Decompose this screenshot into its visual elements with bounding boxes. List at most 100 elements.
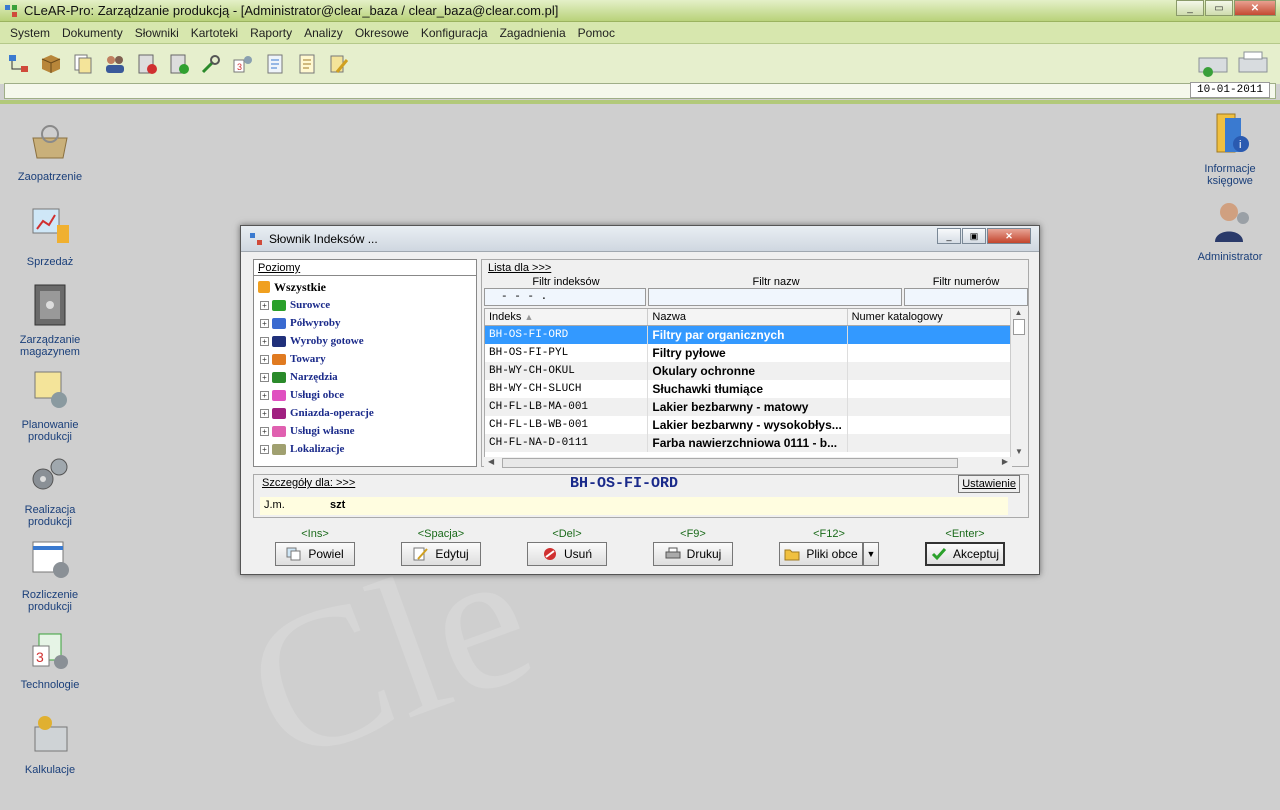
scroll-left-icon[interactable]: ◀ [488,457,494,466]
printer-add-icon [1198,57,1228,77]
tree-item[interactable]: + Usługi obce [258,386,472,404]
table-row[interactable]: BH-WY-CH-OKUL Okulary ochronne [485,362,1011,380]
printer-button[interactable] [1236,48,1270,80]
unit-value: szt [330,499,346,511]
edit-button[interactable]: Edytuj [401,542,481,566]
tree-item[interactable]: + Półwyroby [258,314,472,332]
expand-icon[interactable]: + [260,354,269,364]
vertical-scrollbar[interactable]: ▲ ▼ [1010,308,1026,458]
expand-icon[interactable]: + [260,300,269,310]
tree-item[interactable]: + Surowce [258,296,472,314]
duplicate-button[interactable]: Powiel [275,542,355,566]
menu-pomoc[interactable]: Pomoc [572,26,621,40]
expand-icon[interactable]: + [260,390,269,400]
printer-add-button[interactable] [1196,48,1230,80]
checkmark-icon [931,548,947,561]
menu-analizy[interactable]: Analizy [298,26,349,40]
table-row[interactable]: BH-WY-CH-SLUCH Słuchawki tłumiące [485,380,1011,398]
scroll-down-icon[interactable]: ▼ [1011,447,1027,456]
menu-slowniki[interactable]: Słowniki [129,26,185,40]
horizontal-scrollbar[interactable]: ◀ ▶ [484,457,1012,469]
toolbar-tools-button[interactable] [198,50,224,78]
expand-icon[interactable]: + [260,372,269,382]
calendar-gears-icon [32,541,69,578]
toolbar-package-button[interactable] [38,50,64,78]
filter-number-input[interactable] [904,288,1028,306]
cell-number [848,416,1011,434]
desktop-planowanie[interactable]: Planowanie produkcji [5,368,95,443]
expand-icon[interactable]: + [260,444,269,454]
filter-name-input[interactable] [648,288,902,306]
cell-name: Filtry pyłowe [648,344,848,362]
toolbar-calc-red-button[interactable] [134,50,160,78]
menu-okresowe[interactable]: Okresowe [349,26,415,40]
dialog-restore-button[interactable]: ▣ [962,228,986,244]
desktop-rozliczenie[interactable]: Rozliczenie produkcji [5,538,95,613]
hscroll-thumb[interactable] [502,458,958,468]
column-header-number[interactable]: Numer katalogowy [848,309,1011,325]
toolbar-structure-button[interactable] [6,50,32,78]
desktop-informacje[interactable]: i Informacje księgowe [1185,112,1275,187]
column-header-index[interactable]: Indeks ▲ [485,309,649,325]
table-row[interactable]: BH-OS-FI-ORD Filtry par organicznych [485,326,1011,344]
expand-icon[interactable]: + [260,426,269,436]
toolbar-notes-button[interactable] [294,50,320,78]
users-icon [106,56,124,73]
maximize-button[interactable]: ▭ [1205,0,1233,16]
toolbar-process-button[interactable]: 3 [230,50,256,78]
menu-raporty[interactable]: Raporty [244,26,298,40]
close-button[interactable]: ✕ [1234,0,1276,16]
toolbar-documents-button[interactable] [70,50,96,78]
scroll-up-icon[interactable]: ▲ [1011,308,1026,317]
expand-icon[interactable]: + [260,408,269,418]
toolbar-calc-green-button[interactable] [166,50,192,78]
tree-root[interactable]: Wszystkie [258,278,472,296]
delete-label: Usuń [563,547,592,561]
tree-item[interactable]: + Narzędzia [258,368,472,386]
tree-item[interactable]: + Usługi własne [258,422,472,440]
menu-kartoteki[interactable]: Kartoteki [185,26,244,40]
menu-zagadnienia[interactable]: Zagadnienia [494,26,572,40]
list-label: Lista dla >>> [488,262,552,274]
table-row[interactable]: CH-FL-NA-D-0111 Farba nawierzchniowa 0111… [485,434,1011,452]
column-header-name[interactable]: Nazwa [648,309,848,325]
tree-item[interactable]: + Gniazda-operacje [258,404,472,422]
accept-button[interactable]: Akceptuj [925,542,1005,566]
desktop-magazyn[interactable]: Zarządzanie magazynem [5,283,95,358]
desktop-realizacja[interactable]: Realizacja produkcji [5,453,95,528]
expand-icon[interactable]: + [260,336,269,346]
grid-header: Indeks ▲ Nazwa Numer katalogowy [485,309,1011,326]
scroll-right-icon[interactable]: ▶ [1002,457,1008,466]
tree-item[interactable]: + Lokalizacje [258,440,472,458]
button-bar: <Ins> Powiel <Spacja> Edytuj <Del> Usuń … [241,526,1041,572]
external-files-dropdown[interactable]: ▼ [863,542,879,566]
delete-button[interactable]: Usuń [527,542,607,566]
menu-dokumenty[interactable]: Dokumenty [56,26,129,40]
toolbar-edit-button[interactable] [326,50,352,78]
toolbar-users-button[interactable] [102,50,128,78]
toolbar-report-button[interactable] [262,50,288,78]
desktop-administrator[interactable]: Administrator [1185,200,1275,263]
external-files-button[interactable]: Pliki obce [779,542,863,566]
table-row[interactable]: CH-FL-LB-WB-001 Lakier bezbarwny - wysoko… [485,416,1011,434]
tree-item[interactable]: + Wyroby gotowe [258,332,472,350]
desktop-technologie[interactable]: 3 Technologie [5,628,95,691]
tree-item[interactable]: + Towary [258,350,472,368]
dialog-minimize-button[interactable]: _ [937,228,961,244]
desktop-sprzedaz[interactable]: Sprzedaż [5,205,95,268]
print-button[interactable]: Drukuj [653,542,733,566]
table-row[interactable]: CH-FL-LB-MA-001 Lakier bezbarwny - matowy [485,398,1011,416]
menu-konfiguracja[interactable]: Konfiguracja [415,26,494,40]
scroll-thumb[interactable] [1012,319,1025,335]
filter-index-input[interactable]: - - - . [484,288,646,306]
table-row[interactable]: BH-OS-FI-PYL Filtry pyłowe [485,344,1011,362]
menu-system[interactable]: System [4,26,56,40]
desktop-zaopatrzenie[interactable]: Zaopatrzenie [5,120,95,183]
minimize-button[interactable]: _ [1176,0,1204,16]
dialog-close-button[interactable]: ✕ [987,228,1031,244]
settings-button[interactable]: Ustawienie [958,475,1020,493]
desktop-kalkulacje[interactable]: Kalkulacje [5,713,95,776]
details-label: Szczegóły dla: >>> [262,477,356,489]
expand-icon[interactable]: + [260,318,269,328]
index-grid: Indeks ▲ Nazwa Numer katalogowy BH-OS-FI… [484,308,1012,458]
